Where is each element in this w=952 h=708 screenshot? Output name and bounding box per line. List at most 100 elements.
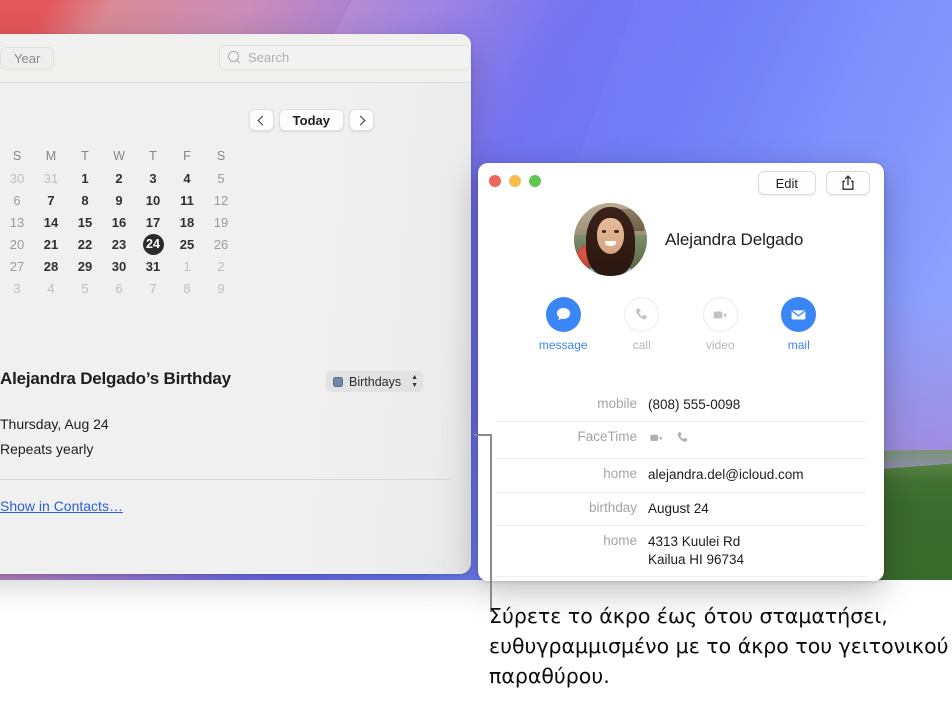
- share-button[interactable]: [826, 171, 870, 195]
- video-camera-icon[interactable]: [648, 429, 665, 451]
- calendar-day-10[interactable]: 10: [136, 189, 170, 211]
- calendar-day-7[interactable]: 7: [34, 189, 68, 211]
- day-of-week-4: T: [149, 149, 157, 163]
- week-row: 13 14 15 16 17 18 19: [0, 211, 239, 233]
- calendar-day-1[interactable]: 1: [68, 167, 102, 189]
- share-icon: [842, 175, 854, 190]
- calendar-day-17[interactable]: 17: [136, 211, 170, 233]
- calendar-day-3[interactable]: 3: [0, 277, 34, 299]
- today-button[interactable]: Today: [278, 109, 344, 131]
- video-camera-icon: [702, 297, 738, 332]
- calendar-day-8[interactable]: 8: [170, 277, 204, 299]
- contact-field-row[interactable]: mobile (808) 555-0098: [496, 389, 866, 421]
- calendar-day-11[interactable]: 11: [170, 189, 204, 211]
- calendar-day-6[interactable]: 6: [102, 277, 136, 299]
- contact-field-row[interactable]: home 4313 Kuulei Rd Kailua HI 96734: [496, 524, 866, 576]
- calendar-day-2[interactable]: 2: [102, 167, 136, 189]
- search-input[interactable]: Search: [219, 45, 471, 70]
- week-row: 30 31 1 2 3 4 5: [0, 167, 239, 189]
- calendar-day-20[interactable]: 20: [0, 233, 34, 255]
- contact-action-buttons: message call video mail: [478, 297, 884, 352]
- calendar-day-12[interactable]: 12: [204, 189, 238, 211]
- calendar-day-1[interactable]: 1: [170, 255, 204, 277]
- phone-icon[interactable]: [674, 429, 691, 451]
- calendar-day-14[interactable]: 14: [34, 211, 68, 233]
- calendar-picker-label: Birthdays: [349, 374, 402, 389]
- contact-action-mail[interactable]: mail: [760, 297, 839, 352]
- contact-field-row[interactable]: home alejandra.del@icloud.com: [496, 458, 866, 491]
- callout-leader-tick: [474, 434, 492, 436]
- calendar-day-19[interactable]: 19: [204, 211, 238, 233]
- edit-button[interactable]: Edit: [757, 171, 816, 195]
- previous-month-button[interactable]: [248, 109, 274, 131]
- message-bubble-icon: [545, 297, 581, 332]
- contact-action-call[interactable]: call: [603, 297, 682, 352]
- calendar-day-23[interactable]: 23: [102, 233, 136, 255]
- phone-icon: [624, 297, 660, 332]
- zoom-traffic-light-icon[interactable]: [529, 175, 541, 187]
- calendar-day-13[interactable]: 13: [0, 211, 34, 233]
- calendar-day-7[interactable]: 7: [136, 277, 170, 299]
- traffic-lights: [489, 175, 541, 187]
- contact-field-row[interactable]: birthday August 24: [496, 491, 866, 525]
- contact-fields-table: mobile (808) 555-0098 FaceTime home alejandr…: [496, 389, 866, 578]
- contact-action-label: mail: [787, 338, 810, 352]
- event-calendar-picker[interactable]: Birthdays ▲ ▼: [326, 371, 424, 392]
- show-in-contacts-link[interactable]: Show in Contacts…: [0, 498, 123, 514]
- contact-action-video[interactable]: video: [681, 297, 760, 352]
- day-of-week-2: T: [81, 149, 89, 163]
- calendar-day-27[interactable]: 27: [0, 255, 34, 277]
- close-traffic-light-icon[interactable]: [489, 175, 501, 187]
- calendar-day-30[interactable]: 30: [0, 167, 34, 189]
- day-of-week-5: F: [183, 149, 191, 163]
- chevron-right-icon: [355, 115, 366, 125]
- contact-field-value: August 24: [648, 500, 709, 516]
- contact-card-window[interactable]: Edit Alejandra Delgado message call vide…: [478, 163, 884, 581]
- calendar-day-15[interactable]: 15: [68, 211, 102, 233]
- calendar-day-31[interactable]: 31: [136, 255, 170, 277]
- calendar-body: Today SMTWTFS 30 31 1 2 3 4 5 6 7 8 9 10 11 12 13 14 15 1…: [0, 83, 471, 574]
- callout-caption: Σύρετε το άκρο έως ότου σταματήσει, ευθυ…: [489, 604, 949, 688]
- calendar-day-16[interactable]: 16: [102, 211, 136, 233]
- contact-field-label: FaceTime: [577, 429, 637, 445]
- calendar-day-18[interactable]: 18: [170, 211, 204, 233]
- minimize-traffic-light-icon[interactable]: [509, 175, 521, 187]
- contact-field-label: mobile: [597, 396, 637, 411]
- calendar-day-9[interactable]: 9: [204, 277, 238, 299]
- calendar-day-25[interactable]: 25: [170, 233, 204, 255]
- calendar-day-8[interactable]: 8: [68, 189, 102, 211]
- address-line-1: 4313 Kuulei Rd: [648, 533, 741, 549]
- calendar-day-29[interactable]: 29: [68, 255, 102, 277]
- event-title: Alejandra Delgado’s Birthday: [0, 369, 231, 388]
- calendar-day-4[interactable]: 4: [34, 277, 68, 299]
- calendar-window[interactable]: Year Search Today SMTWTFS 30 31 1 2 3 4 …: [0, 34, 471, 574]
- calendar-day-5[interactable]: 5: [68, 277, 102, 299]
- calendar-day-6[interactable]: 6: [0, 189, 34, 211]
- calendar-day-30[interactable]: 30: [102, 255, 136, 277]
- mini-month-grid[interactable]: SMTWTFS 30 31 1 2 3 4 5 6 7 8 9 10 11 12 13 14 15 16 17 18 1…: [0, 145, 239, 299]
- calendar-day-2[interactable]: 2: [204, 255, 238, 277]
- contact-action-label: video: [705, 338, 735, 352]
- calendar-day-31[interactable]: 31: [34, 167, 68, 189]
- calendar-day-21[interactable]: 21: [34, 233, 68, 255]
- day-of-week-1: M: [45, 149, 57, 163]
- day-of-week-3: W: [113, 149, 125, 163]
- contact-action-message[interactable]: message: [524, 297, 603, 352]
- avatar: [574, 203, 647, 276]
- calendar-day-22[interactable]: 22: [68, 233, 102, 255]
- day-of-week-6: S: [216, 149, 226, 163]
- calendar-day-5[interactable]: 5: [204, 167, 238, 189]
- calendar-day-3[interactable]: 3: [136, 167, 170, 189]
- calendar-day-28[interactable]: 28: [34, 255, 68, 277]
- contact-field-value: alejandra.del@icloud.com: [648, 467, 804, 483]
- next-month-button[interactable]: [349, 109, 374, 131]
- calendar-day-4[interactable]: 4: [170, 167, 204, 189]
- calendar-day-26[interactable]: 26: [204, 233, 238, 255]
- calendar-day-9[interactable]: 9: [102, 189, 136, 211]
- year-view-button[interactable]: Year: [0, 47, 55, 70]
- contact-field-row[interactable]: FaceTime: [496, 421, 866, 458]
- week-row: 27 28 29 30 31 1 2: [0, 255, 239, 277]
- calendar-day-24[interactable]: 24: [136, 233, 170, 255]
- chevron-left-icon: [257, 115, 268, 125]
- search-icon: [228, 51, 241, 64]
